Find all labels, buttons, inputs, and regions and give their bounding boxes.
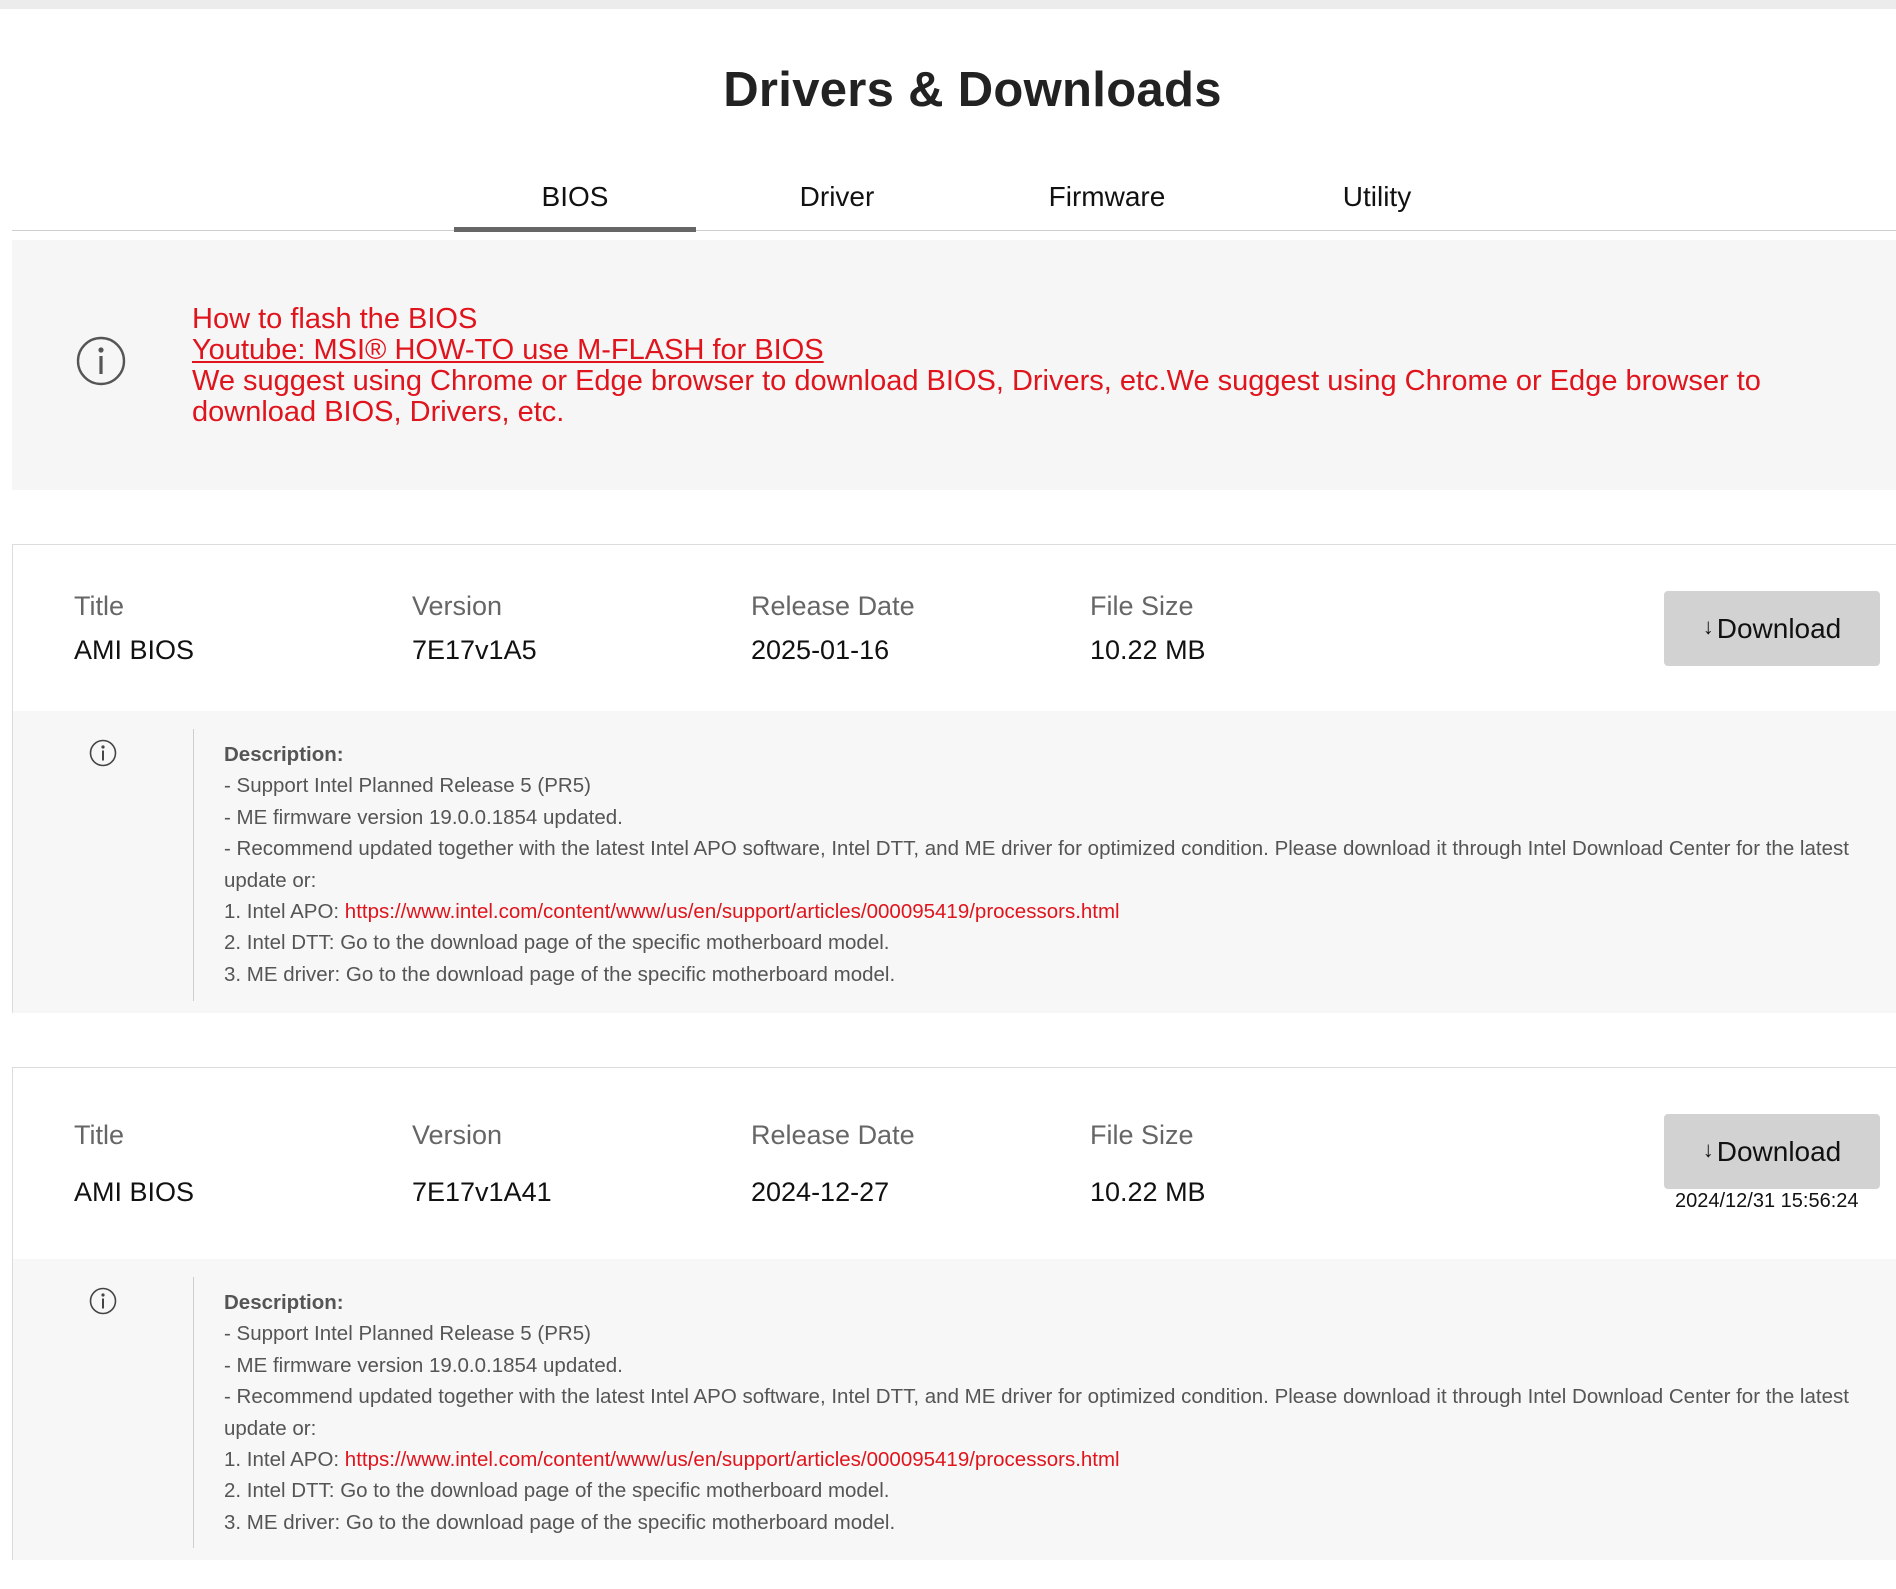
title-label: Title [74,1120,125,1150]
info-circle-icon [89,739,117,767]
title-value: AMI BIOS [74,635,195,665]
file-size-value: 10.22 MB [1090,1177,1206,1207]
info-circle-icon [89,1287,117,1315]
release-date-column: Release Date 2025-01-16 [751,591,915,666]
intel-apo-link[interactable]: https://www.intel.com/content/www/us/en/… [345,1448,1120,1471]
title-column: Title AMI BIOS [74,1120,194,1208]
notice-heading: How to flash the BIOS [192,303,478,335]
release-date-value: 2025-01-16 [751,635,890,665]
version-value: 7E17v1A41 [412,1177,552,1207]
description-line: 3. ME driver: Go to the download page of… [224,1510,896,1534]
version-label: Version [412,591,503,621]
download-arrow-icon: ↓ [1702,613,1714,639]
description-line: 1. Intel APO: https://www.intel.com/cont… [224,1444,1864,1475]
tab-driver[interactable]: Driver [762,170,912,231]
bios-notice: How to flash the BIOS Youtube: MSI® HOW-… [12,240,1896,490]
description-line: 2. Intel DTT: Go to the download page of… [224,931,890,955]
page-title: Drivers & Downloads [723,63,1222,117]
release-date-column: Release Date 2024-12-27 [751,1120,915,1208]
file-size-column: File Size 10.22 MB [1090,591,1206,666]
tab-bios[interactable]: BIOS [454,170,696,232]
description-title: Description: [224,743,344,766]
tooltip-timestamp: 2024/12/31 15:56:24 [1675,1190,1859,1212]
tab-utility[interactable]: Utility [1302,170,1452,231]
description-line: - Recommend updated together with the la… [224,1385,1849,1440]
description-line: - ME firmware version 19.0.0.1854 update… [224,1353,623,1377]
top-bar [0,0,1896,9]
description-line: - Support Intel Planned Release 5 (PR5) [224,774,591,798]
divider [193,729,194,1001]
apo-prefix: 1. Intel APO: [224,900,345,924]
download-label: Download [1716,612,1842,644]
file-size-label: File Size [1090,1120,1194,1150]
download-arrow-icon: ↓ [1702,1136,1714,1162]
divider [193,1277,194,1548]
description-line: 1. Intel APO: https://www.intel.com/cont… [224,896,1864,927]
mflash-howto-link[interactable]: Youtube: MSI® HOW-TO use M-FLASH for BIO… [192,334,824,366]
description-line: 3. ME driver: Go to the download page of… [224,962,896,986]
description-title: Description: [224,1291,344,1314]
browser-suggestion-text: We suggest using Chrome or Edge browser … [192,365,1761,428]
bios-item-card: Title AMI BIOS Version 7E17v1A41 Release… [12,1067,1896,1560]
release-date-label: Release Date [751,1120,915,1150]
version-label: Version [412,1120,503,1150]
info-circle-icon [76,336,126,386]
version-column: Version 7E17v1A41 [412,1120,552,1208]
release-date-value: 2024-12-27 [751,1177,890,1207]
description-line: - Support Intel Planned Release 5 (PR5) [224,1322,591,1346]
download-button[interactable]: ↓ Download [1664,591,1880,666]
release-date-label: Release Date [751,591,915,621]
title-value: AMI BIOS [74,1177,195,1207]
version-value: 7E17v1A5 [412,635,537,665]
file-size-label: File Size [1090,591,1194,621]
intel-apo-link[interactable]: https://www.intel.com/content/www/us/en/… [345,900,1120,923]
apo-prefix: 1. Intel APO: [224,1448,345,1472]
version-column: Version 7E17v1A5 [412,591,537,666]
title-column: Title AMI BIOS [74,591,194,666]
description-line: - Recommend updated together with the la… [224,837,1849,892]
description-panel: Description: - Support Intel Planned Rel… [13,1259,1896,1560]
tab-bar: BIOS Driver Firmware Utility [12,170,1896,232]
file-size-value: 10.22 MB [1090,635,1206,665]
description-line: - ME firmware version 19.0.0.1854 update… [224,805,623,829]
download-label: Download [1716,1135,1842,1167]
file-size-column: File Size 10.22 MB [1090,1120,1206,1208]
title-label: Title [74,591,125,621]
download-button[interactable]: ↓ Download [1664,1114,1880,1189]
tab-firmware[interactable]: Firmware [1022,170,1192,231]
description-panel: Description: - Support Intel Planned Rel… [13,711,1896,1013]
description-line: 2. Intel DTT: Go to the download page of… [224,1479,890,1503]
bios-item-card: Title AMI BIOS Version 7E17v1A5 Release … [12,544,1896,1013]
